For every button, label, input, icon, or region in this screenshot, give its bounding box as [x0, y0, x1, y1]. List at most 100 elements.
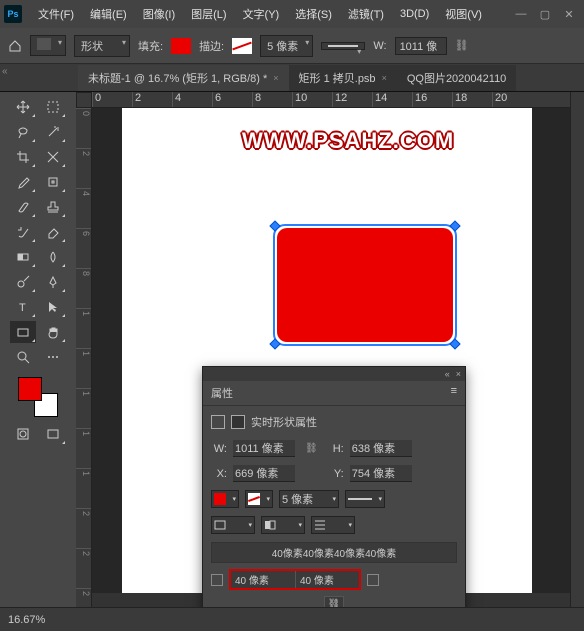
ruler-origin[interactable] [76, 92, 92, 108]
lasso-tool[interactable] [10, 121, 36, 143]
doc-tab-1-label: 未标题-1 @ 16.7% (矩形 1, RGB/8) * [88, 70, 267, 86]
corner-tr-input[interactable] [295, 571, 359, 588]
rectangle-tool[interactable] [10, 321, 36, 343]
ruler-vertical[interactable]: 0246811111222 [76, 108, 92, 607]
link-wh-icon[interactable]: ⛓ [455, 39, 469, 52]
align-select-3[interactable] [311, 516, 355, 534]
history-brush-tool[interactable] [10, 221, 36, 243]
move-tool[interactable] [10, 96, 36, 118]
stroke-style-select[interactable] [321, 42, 365, 50]
watermark-text: WWW.PSAHZ.COM [242, 128, 454, 154]
toolbox: T [0, 92, 76, 607]
pen-tool[interactable] [40, 271, 66, 293]
collapse-handle[interactable]: « [2, 66, 8, 77]
menu-edit[interactable]: 编辑(E) [82, 2, 135, 26]
stroke-width-select[interactable]: 5 像素 [260, 35, 313, 57]
menu-filter[interactable]: 滤镜(T) [340, 2, 392, 26]
close-icon[interactable]: × [273, 73, 278, 83]
home-icon[interactable] [8, 39, 22, 53]
menu-layer[interactable]: 图层(L) [183, 2, 234, 26]
wand-tool[interactable] [40, 121, 66, 143]
menu-file[interactable]: 文件(F) [30, 2, 82, 26]
align-select-2[interactable] [261, 516, 305, 534]
fill-color[interactable] [171, 38, 191, 54]
canvas-area[interactable]: 02468101214161820 0246811111222 WWW.PSAH… [76, 92, 584, 607]
crop-tool[interactable] [10, 146, 36, 168]
handle-tr[interactable] [449, 220, 460, 231]
close-icon[interactable]: × [456, 369, 461, 379]
fill-label: 填充: [138, 38, 163, 54]
align-select-1[interactable] [211, 516, 255, 534]
slice-tool[interactable] [40, 146, 66, 168]
screenmode-tool[interactable] [40, 423, 66, 445]
corner-summary[interactable]: 40像素40像素40像素40像素 [211, 542, 457, 563]
marquee-tool[interactable] [40, 96, 66, 118]
panel-subtitle: 实时形状属性 [251, 414, 317, 430]
type-tool[interactable]: T [10, 296, 36, 318]
y-input[interactable] [350, 465, 412, 482]
path-select-tool[interactable] [40, 296, 66, 318]
close-icon[interactable]: × [382, 73, 387, 83]
gradient-tool[interactable] [10, 246, 36, 268]
patch-tool[interactable] [40, 171, 66, 193]
panel-menu-icon[interactable]: ≡ [451, 385, 457, 401]
stroke-style-select[interactable] [345, 490, 385, 508]
stroke-color-select[interactable] [245, 490, 273, 508]
y-label: Y: [328, 468, 344, 480]
selection-outline[interactable] [273, 224, 457, 346]
corner-top-inputs [229, 569, 361, 590]
doc-tab-3[interactable]: QQ图片2020042110 [397, 65, 516, 91]
stroke-width-select[interactable]: 5 像素 [279, 490, 339, 508]
options-bar: 形状 填充: 描边: 5 像素 W: ⛓ [0, 28, 584, 64]
panel-title[interactable]: 属性 [211, 385, 233, 401]
panel-strip[interactable] [570, 92, 584, 607]
fg-color[interactable] [18, 377, 42, 401]
app-logo: Ps [4, 5, 22, 23]
fill-color-select[interactable] [211, 490, 239, 508]
hand-tool[interactable] [40, 321, 66, 343]
menu-type[interactable]: 文字(Y) [235, 2, 288, 26]
menu-view[interactable]: 视图(V) [437, 2, 490, 26]
link-icon[interactable]: ⛓ [301, 443, 322, 454]
handle-tl[interactable] [269, 220, 280, 231]
brush-tool[interactable] [10, 196, 36, 218]
corner-tr-check[interactable] [367, 574, 379, 586]
width-input[interactable] [395, 37, 447, 55]
corner-tl-check[interactable] [211, 574, 223, 586]
dodge-tool[interactable] [10, 271, 36, 293]
fill-swatch[interactable] [30, 35, 66, 56]
properties-panel: «× 属性≡ 实时形状属性 W: ⛓ H: X: ⛓ [202, 366, 466, 607]
corner-tl-input[interactable] [231, 571, 295, 588]
eyedropper-tool[interactable] [10, 171, 36, 193]
doc-tab-1[interactable]: 未标题-1 @ 16.7% (矩形 1, RGB/8) * × [78, 65, 289, 91]
close-button[interactable]: ✕ [558, 5, 580, 23]
maximize-button[interactable]: ▢ [534, 5, 556, 23]
ruler-horizontal[interactable]: 02468101214161820 [92, 92, 584, 108]
handle-br[interactable] [449, 338, 460, 349]
color-swatches[interactable] [18, 377, 58, 417]
eraser-tool[interactable] [40, 221, 66, 243]
menu-3d[interactable]: 3D(D) [392, 4, 437, 24]
stroke-color[interactable] [232, 38, 252, 54]
quickmask-tool[interactable] [10, 423, 36, 445]
zoom-tool[interactable] [10, 346, 36, 368]
doc-tab-3-label: QQ图片2020042110 [407, 70, 506, 86]
width-input[interactable] [233, 440, 295, 457]
menu-select[interactable]: 选择(S) [287, 2, 340, 26]
more-tools[interactable] [40, 346, 66, 368]
handle-bl[interactable] [269, 338, 280, 349]
stamp-tool[interactable] [40, 196, 66, 218]
menu-image[interactable]: 图像(I) [135, 2, 183, 26]
doc-tab-2-label: 矩形 1 拷贝.psb [299, 70, 376, 86]
collapse-icon[interactable]: « [445, 369, 450, 379]
blur-tool[interactable] [40, 246, 66, 268]
minimize-button[interactable]: — [510, 5, 532, 23]
shape-icon [211, 415, 225, 429]
w-label: W: [211, 443, 227, 455]
shape-mode-select[interactable]: 形状 [74, 35, 130, 57]
doc-tab-2[interactable]: 矩形 1 拷贝.psb × [289, 65, 397, 91]
zoom-level[interactable]: 16.67% [8, 614, 45, 626]
link-corners-icon[interactable]: ⛓ [324, 596, 344, 607]
x-input[interactable] [233, 465, 295, 482]
height-input[interactable] [350, 440, 412, 457]
